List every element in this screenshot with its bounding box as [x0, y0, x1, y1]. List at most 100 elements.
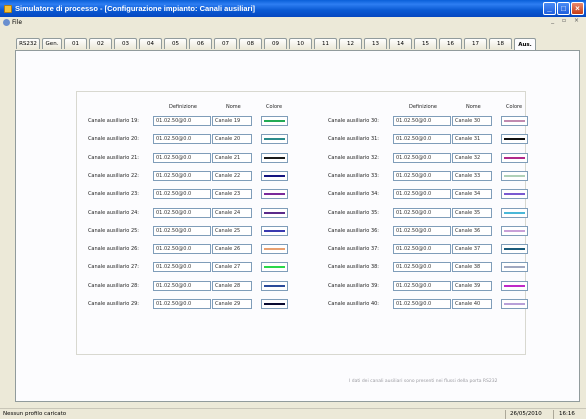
title-bar[interactable]: Simulatore di processo - [Configurazione…	[0, 0, 586, 17]
tab-16[interactable]: 16	[439, 38, 462, 49]
definizione-input[interactable]: 01.02.50@0.0	[153, 244, 211, 255]
nome-input[interactable]: Canale 34	[452, 189, 492, 200]
nome-input[interactable]: Canale 24	[212, 207, 252, 218]
tab-12[interactable]: 12	[339, 38, 362, 49]
color-swatch[interactable]	[261, 134, 288, 145]
tab-02[interactable]: 02	[89, 38, 112, 49]
nome-input[interactable]: Canale 32	[452, 152, 492, 163]
tab-15[interactable]: 15	[414, 38, 437, 49]
document-icon[interactable]	[3, 18, 10, 26]
color-swatch[interactable]	[261, 244, 288, 255]
minimize-icon[interactable]: _	[543, 2, 556, 15]
nome-input[interactable]: Canale 23	[212, 189, 252, 200]
color-swatch[interactable]	[501, 170, 528, 181]
channel-label: Canale ausiliario 26:	[87, 246, 139, 253]
color-swatch[interactable]	[261, 262, 288, 273]
color-line	[264, 138, 285, 141]
definizione-input[interactable]: 01.02.50@0.0	[393, 244, 451, 255]
definizione-input[interactable]: 01.02.50@0.0	[153, 170, 211, 181]
tab-18[interactable]: 18	[489, 38, 512, 49]
definizione-input[interactable]: 01.02.50@0.0	[393, 116, 451, 126]
definizione-input[interactable]: 01.02.50@0.0	[153, 152, 211, 163]
color-swatch[interactable]	[501, 299, 528, 309]
definizione-input[interactable]: 01.02.50@0.0	[153, 189, 211, 200]
definizione-input[interactable]: 01.02.50@0.0	[153, 299, 211, 309]
maximize-icon[interactable]: □	[557, 2, 570, 15]
mdi-controls[interactable]: _ ▫ ×	[551, 17, 582, 24]
nome-input[interactable]: Canale 29	[212, 299, 252, 309]
color-swatch[interactable]	[261, 189, 288, 200]
definizione-input[interactable]: 01.02.50@0.0	[153, 280, 211, 291]
nome-input[interactable]: Canale 31	[452, 134, 492, 145]
nome-input[interactable]: Canale 38	[452, 262, 492, 273]
tab-03[interactable]: 03	[114, 38, 137, 49]
color-swatch[interactable]	[501, 152, 528, 163]
color-swatch[interactable]	[261, 280, 288, 291]
nome-input[interactable]: Canale 40	[452, 299, 492, 309]
nome-input[interactable]: Canale 30	[452, 116, 492, 126]
menu-file[interactable]: File	[12, 19, 22, 26]
nome-input[interactable]: Canale 39	[452, 280, 492, 291]
color-swatch[interactable]	[501, 280, 528, 291]
definizione-input[interactable]: 01.02.50@0.0	[393, 207, 451, 218]
nome-input[interactable]: Canale 33	[452, 170, 492, 181]
definizione-input[interactable]: 01.02.50@0.0	[153, 116, 211, 126]
definizione-input[interactable]: 01.02.50@0.0	[393, 189, 451, 200]
tab-17[interactable]: 17	[464, 38, 487, 49]
definizione-input[interactable]: 01.02.50@0.0	[153, 225, 211, 236]
color-swatch[interactable]	[261, 170, 288, 181]
color-swatch[interactable]	[501, 134, 528, 145]
definizione-input[interactable]: 01.02.50@0.0	[393, 262, 451, 273]
tab-aus[interactable]: Aus.	[514, 38, 536, 50]
channel-label: Canale ausiliario 22:	[87, 172, 139, 179]
nome-input[interactable]: Canale 20	[212, 134, 252, 145]
tab-05[interactable]: 05	[164, 38, 187, 49]
definizione-input[interactable]: 01.02.50@0.0	[393, 170, 451, 181]
nome-input[interactable]: Canale 36	[452, 225, 492, 236]
tab-04[interactable]: 04	[139, 38, 162, 49]
definizione-input[interactable]: 01.02.50@0.0	[393, 152, 451, 163]
color-line	[264, 193, 285, 196]
color-swatch[interactable]	[501, 225, 528, 236]
tab-09[interactable]: 09	[264, 38, 287, 49]
color-swatch[interactable]	[261, 152, 288, 163]
color-swatch[interactable]	[501, 207, 528, 218]
tab-14[interactable]: 14	[389, 38, 412, 49]
color-swatch[interactable]	[501, 244, 528, 255]
tab-rs232[interactable]: RS232	[16, 38, 40, 49]
definizione-input[interactable]: 01.02.50@0.0	[153, 207, 211, 218]
color-swatch[interactable]	[261, 116, 288, 126]
color-swatch[interactable]	[261, 207, 288, 218]
channel-label: Canale ausiliario 27:	[87, 264, 139, 271]
color-swatch[interactable]	[261, 299, 288, 309]
nome-input[interactable]: Canale 35	[452, 207, 492, 218]
tab-06[interactable]: 06	[189, 38, 212, 49]
tab-01[interactable]: 01	[64, 38, 87, 49]
definizione-input[interactable]: 01.02.50@0.0	[153, 262, 211, 273]
definizione-input[interactable]: 01.02.50@0.0	[393, 134, 451, 145]
tab-07[interactable]: 07	[214, 38, 237, 49]
nome-input[interactable]: Canale 27	[212, 262, 252, 273]
definizione-input[interactable]: 01.02.50@0.0	[393, 280, 451, 291]
nome-input[interactable]: Canale 19	[212, 116, 252, 126]
tab-11[interactable]: 11	[314, 38, 337, 49]
nome-input[interactable]: Canale 25	[212, 225, 252, 236]
tab-10[interactable]: 10	[289, 38, 312, 49]
definizione-input[interactable]: 01.02.50@0.0	[393, 225, 451, 236]
definizione-input[interactable]: 01.02.50@0.0	[393, 299, 451, 309]
definizione-input[interactable]: 01.02.50@0.0	[153, 134, 211, 145]
nome-input[interactable]: Canale 21	[212, 152, 252, 163]
nome-input[interactable]: Canale 28	[212, 280, 252, 291]
close-icon[interactable]: ×	[571, 2, 584, 15]
tab-strip: RS232 Gen. 01 02 03 04 05 06 07 08 09 10 11 12 13 14 15 1…	[0, 38, 586, 50]
tab-13[interactable]: 13	[364, 38, 387, 49]
nome-input[interactable]: Canale 22	[212, 170, 252, 181]
color-swatch[interactable]	[261, 225, 288, 236]
tab-08[interactable]: 08	[239, 38, 262, 49]
nome-input[interactable]: Canale 37	[452, 244, 492, 255]
color-swatch[interactable]	[501, 189, 528, 200]
nome-input[interactable]: Canale 26	[212, 244, 252, 255]
tab-gen[interactable]: Gen.	[42, 38, 62, 49]
color-swatch[interactable]	[501, 262, 528, 273]
color-swatch[interactable]	[501, 116, 528, 126]
